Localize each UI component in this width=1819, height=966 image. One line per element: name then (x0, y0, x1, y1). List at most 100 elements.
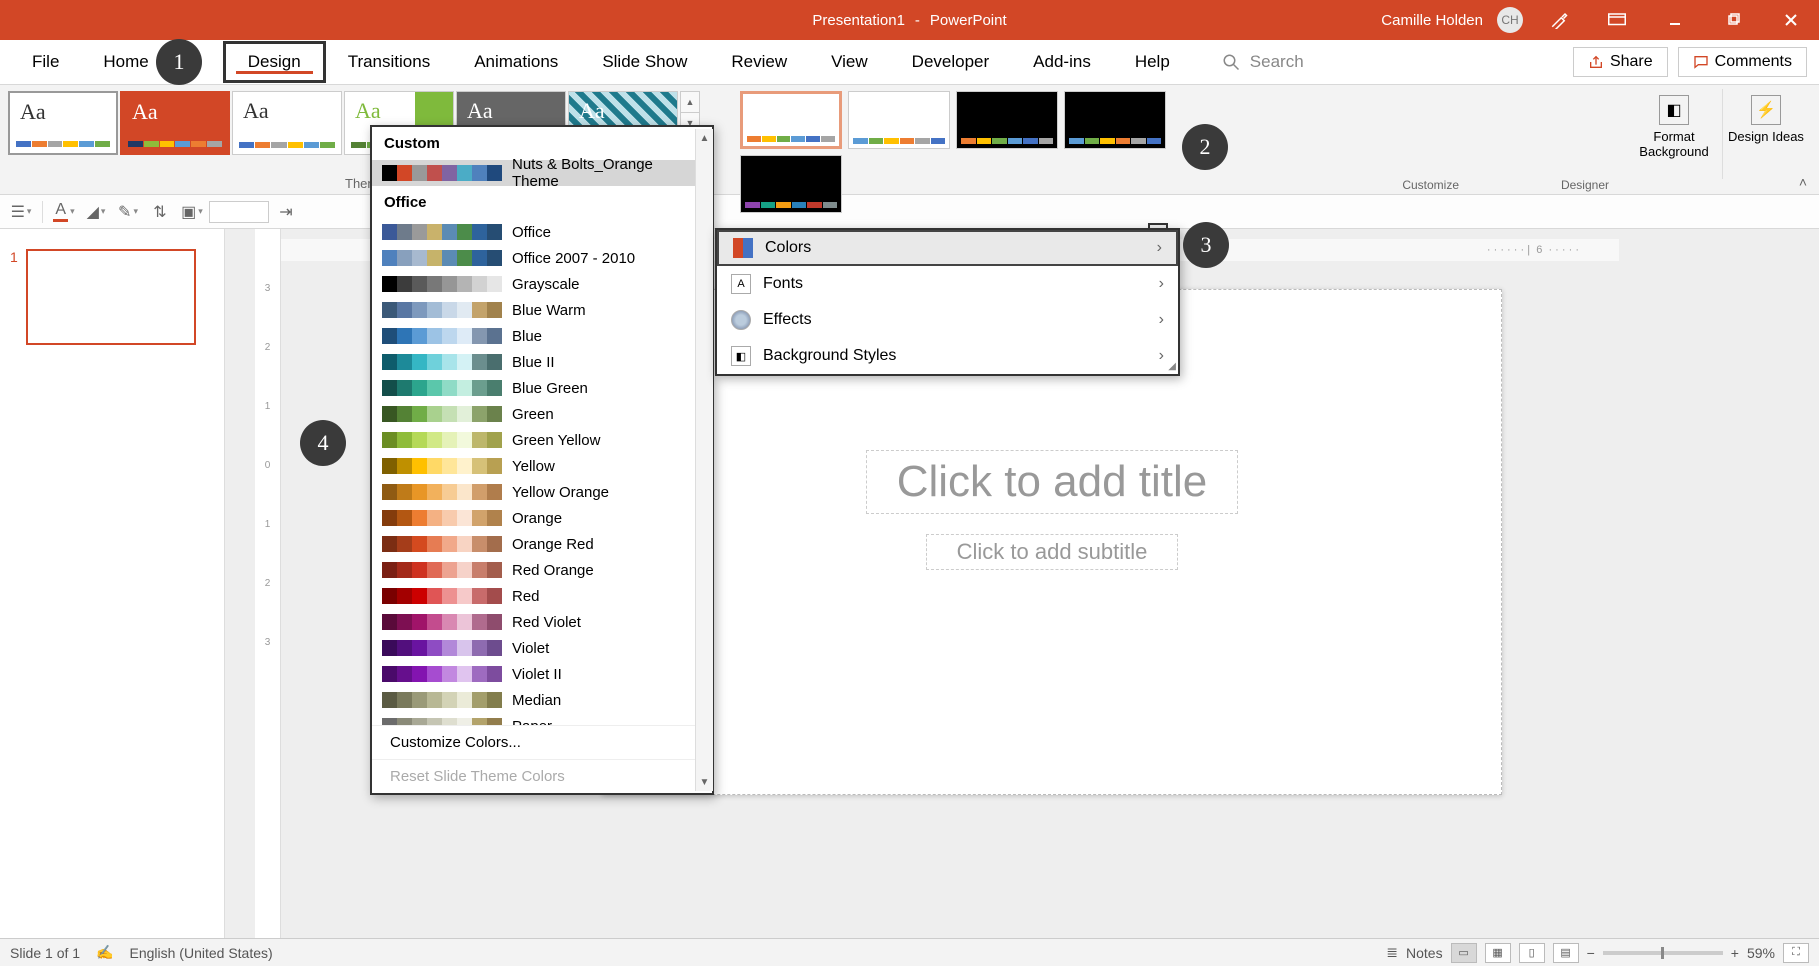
notes-button[interactable]: Notes (1406, 945, 1443, 961)
color-scheme-item[interactable]: Green Yellow (372, 427, 712, 453)
color-scheme-item[interactable]: Blue Warm (372, 297, 712, 323)
color-scheme-item[interactable]: Orange Red (372, 531, 712, 557)
close-button[interactable] (1769, 0, 1813, 40)
spellcheck-icon[interactable]: ✍ (96, 944, 113, 961)
resize-grip-icon[interactable]: ◢ (1168, 361, 1176, 372)
design-ideas-button[interactable]: ⚡ Design Ideas (1723, 89, 1809, 184)
zoom-level[interactable]: 59% (1747, 945, 1775, 961)
zoom-out-button[interactable]: − (1587, 945, 1595, 961)
minimize-button[interactable] (1653, 0, 1697, 40)
color-scheme-item[interactable]: Red Violet (372, 609, 712, 635)
color-scheme-item[interactable]: Violet (372, 635, 712, 661)
theme-thumb-orange[interactable]: Aa (120, 91, 230, 155)
customize-colors-item[interactable]: Customize Colors... (372, 725, 712, 759)
ribbon-display-icon[interactable] (1595, 0, 1639, 40)
share-button[interactable]: Share (1573, 47, 1668, 77)
color-scheme-item[interactable]: Blue II (372, 349, 712, 375)
ribbon-collapse-icon[interactable]: ˄ (1799, 174, 1807, 190)
color-scheme-item[interactable]: Yellow Orange (372, 479, 712, 505)
slide-counter: Slide 1 of 1 (10, 945, 80, 961)
subtitle-placeholder[interactable]: Click to add subtitle (926, 534, 1179, 570)
tab-transitions[interactable]: Transitions (326, 40, 453, 84)
tab-slideshow[interactable]: Slide Show (580, 40, 709, 84)
tab-review[interactable]: Review (709, 40, 809, 84)
color-scheme-custom-item[interactable]: Nuts & Bolts_Orange Theme (372, 160, 712, 186)
title-separator: - (915, 12, 920, 29)
color-scheme-item[interactable]: Yellow (372, 453, 712, 479)
fit-to-window-button[interactable]: ⛶ (1783, 943, 1809, 963)
slide-thumbnail-1[interactable] (26, 249, 196, 345)
color-scheme-item[interactable]: Red (372, 583, 712, 609)
font-size-field[interactable] (209, 201, 269, 223)
scheme-name: Blue (512, 328, 542, 345)
callout-2: 2 (1182, 124, 1228, 170)
increase-indent-button[interactable]: ⇥ (271, 199, 301, 225)
vertical-ruler: 3210123 (255, 229, 281, 938)
color-menu-scrollbar[interactable]: ▲ ▼ (695, 129, 713, 791)
app-name: PowerPoint (930, 12, 1007, 29)
scheme-name: Blue Green (512, 380, 588, 397)
variant-thumb-1[interactable] (740, 91, 842, 149)
highlight-button[interactable]: ◢ (81, 199, 111, 225)
sort-button[interactable]: ⇅ (145, 199, 175, 225)
comments-button[interactable]: Comments (1678, 47, 1807, 77)
color-scheme-item[interactable]: Blue (372, 323, 712, 349)
color-scheme-item[interactable]: Paper (372, 713, 712, 725)
tab-view[interactable]: View (809, 40, 890, 84)
theme-thumb-office[interactable]: Aa (8, 91, 118, 155)
search-icon (1222, 53, 1240, 71)
color-scheme-item[interactable]: Orange (372, 505, 712, 531)
scroll-down-icon[interactable]: ▼ (696, 773, 713, 791)
color-menu-header-office: Office (372, 186, 712, 219)
color-scheme-item[interactable]: Green (372, 401, 712, 427)
theme-thumb-3[interactable]: Aa (232, 91, 342, 155)
flyout-fonts[interactable]: A Fonts › (717, 266, 1178, 302)
coming-soon-icon[interactable] (1537, 0, 1581, 40)
tab-animations[interactable]: Animations (452, 40, 580, 84)
color-scheme-item[interactable]: Red Orange (372, 557, 712, 583)
tab-developer[interactable]: Developer (890, 40, 1012, 84)
color-scheme-item[interactable]: Office (372, 219, 712, 245)
font-color-button[interactable]: A (49, 199, 79, 225)
flyout-colors[interactable]: Colors › (717, 230, 1178, 266)
flyout-effects[interactable]: Effects › (717, 302, 1178, 338)
scroll-up-icon[interactable]: ▲ (696, 129, 713, 147)
title-placeholder[interactable]: Click to add title (866, 450, 1239, 514)
tab-design[interactable]: Design (223, 41, 326, 83)
color-scheme-item[interactable]: Median (372, 687, 712, 713)
chevron-up-icon[interactable]: ▲ (681, 92, 699, 113)
scheme-name: Violet II (512, 666, 562, 683)
align-button[interactable]: ☰ (6, 199, 36, 225)
notes-icon[interactable]: ≣ (1386, 944, 1398, 961)
scheme-name: Nuts & Bolts_Orange Theme (512, 156, 702, 190)
tab-file[interactable]: File (10, 40, 81, 84)
zoom-in-button[interactable]: + (1731, 945, 1739, 961)
scheme-name: Violet (512, 640, 549, 657)
color-scheme-item[interactable]: Blue Green (372, 375, 712, 401)
variant-thumb-5[interactable] (740, 155, 842, 213)
search-box[interactable]: Search (1222, 52, 1304, 72)
tab-help[interactable]: Help (1113, 40, 1192, 84)
avatar[interactable]: CH (1497, 7, 1523, 33)
tab-addins[interactable]: Add-ins (1011, 40, 1113, 84)
normal-view-button[interactable]: ▭ (1451, 943, 1477, 963)
color-scheme-item[interactable]: Office 2007 - 2010 (372, 245, 712, 271)
shape-fill-button[interactable]: ✎ (113, 199, 143, 225)
language-status[interactable]: English (United States) (130, 945, 273, 961)
flyout-background-styles[interactable]: ◧ Background Styles › (717, 338, 1178, 374)
restore-button[interactable] (1711, 0, 1755, 40)
variant-thumb-3[interactable] (956, 91, 1058, 149)
zoom-slider[interactable] (1603, 951, 1723, 955)
arrange-button[interactable]: ▣ (177, 199, 207, 225)
customize-group-label: Customize (1402, 178, 1459, 192)
slideshow-view-button[interactable]: ▤ (1553, 943, 1579, 963)
variant-thumb-4[interactable] (1064, 91, 1166, 149)
format-background-button[interactable]: ◧ Format Background (1626, 89, 1722, 184)
effects-icon (731, 310, 751, 330)
color-scheme-item[interactable]: Grayscale (372, 271, 712, 297)
variant-thumb-2[interactable] (848, 91, 950, 149)
comments-icon (1693, 54, 1709, 70)
reading-view-button[interactable]: ▯ (1519, 943, 1545, 963)
sorter-view-button[interactable]: ▦ (1485, 943, 1511, 963)
color-scheme-item[interactable]: Violet II (372, 661, 712, 687)
